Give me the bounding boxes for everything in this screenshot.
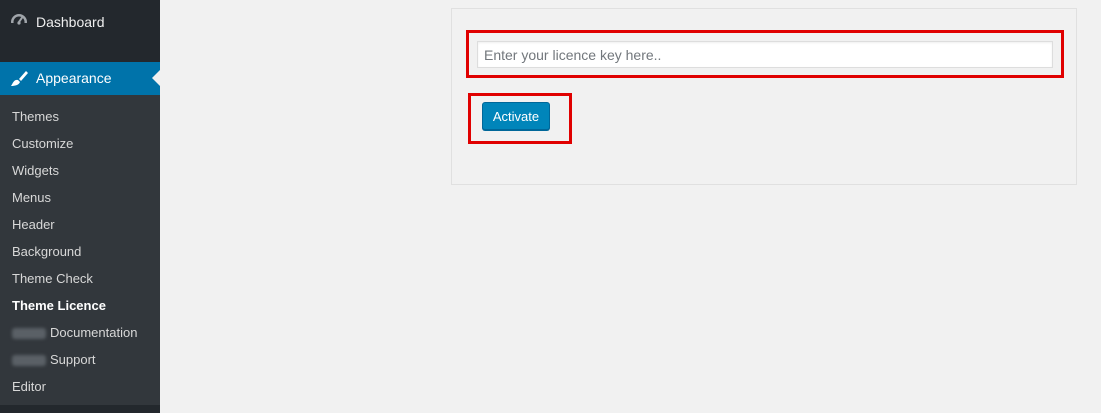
sidebar-item-label: Dashboard (36, 14, 105, 30)
sidebar-bottom-strip (0, 405, 160, 413)
sidebar-separator (0, 44, 160, 62)
submenu-item-menus[interactable]: Menus (12, 184, 51, 211)
submenu-item-theme-licence[interactable]: Theme Licence (12, 292, 106, 319)
submenu-item-support[interactable]: Support (12, 346, 96, 373)
sidebar-item-appearance[interactable]: Appearance (0, 62, 160, 95)
submenu-item-editor[interactable]: Editor (12, 373, 46, 400)
submenu-item-customize[interactable]: Customize (12, 130, 73, 157)
submenu-item-label: Documentation (50, 325, 138, 340)
dashboard-icon (11, 14, 27, 30)
submenu-item-theme-check[interactable]: Theme Check (12, 265, 93, 292)
submenu-item-documentation[interactable]: Documentation (12, 319, 137, 346)
submenu-item-widgets[interactable]: Widgets (12, 157, 59, 184)
sidebar-item-dashboard[interactable]: Dashboard (0, 0, 160, 44)
submenu-item-label: Support (50, 352, 96, 367)
sidebar-item-label: Appearance (36, 70, 112, 86)
admin-sidebar: Dashboard Appearance Themes Customize Wi… (0, 0, 160, 413)
highlight-box-button (468, 93, 572, 144)
redacted-theme-name (12, 355, 46, 367)
submenu-item-themes[interactable]: Themes (12, 103, 59, 130)
redacted-theme-name (12, 328, 46, 340)
current-menu-arrow (152, 70, 160, 86)
submenu-item-background[interactable]: Background (12, 238, 81, 265)
paintbrush-icon (11, 71, 28, 86)
highlight-box-input (466, 30, 1064, 78)
submenu-item-header[interactable]: Header (12, 211, 55, 238)
